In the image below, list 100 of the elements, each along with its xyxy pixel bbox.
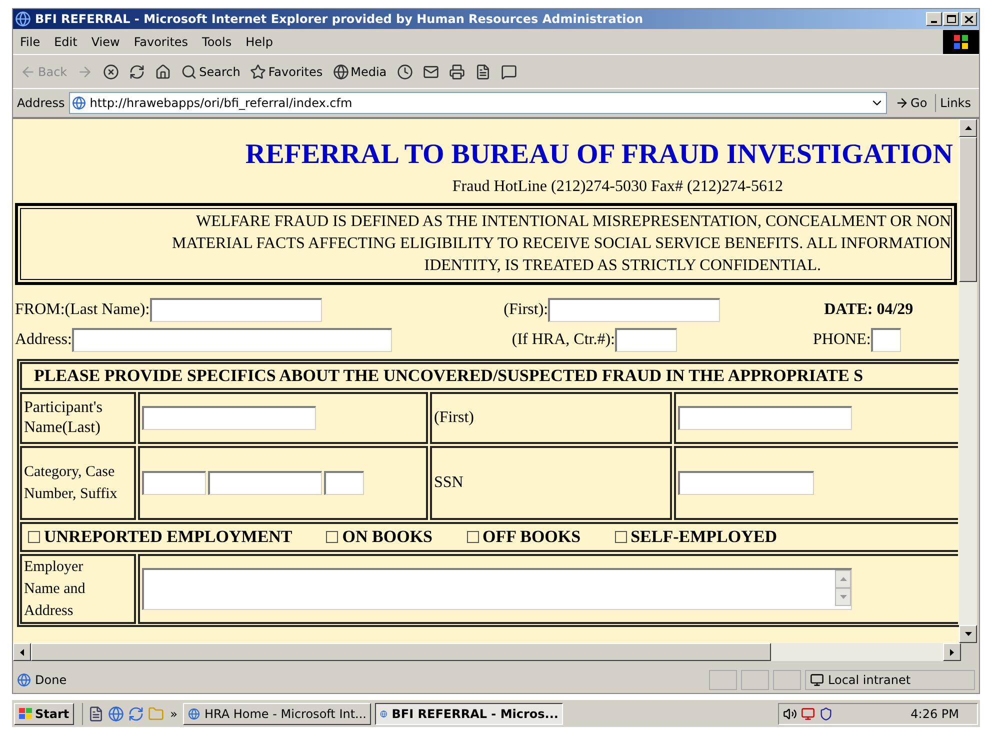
windows-logo-icon [943,30,979,54]
close-icon [965,16,973,22]
speech-bubble-icon [500,64,517,80]
checkbox[interactable] [614,531,627,543]
up-arrow-icon [964,126,972,130]
table-cell: Employer Name and Address [20,554,136,624]
search-button[interactable]: Search [178,58,244,84]
hotline-text: Fraud HotLine (212)274-5030 Fax# (212)274-5612 [452,177,783,197]
checkbox-label: UNREPORTED EMPLOYMENT [44,526,292,548]
checkbox-label: ON BOOKS [342,526,432,548]
checkbox-label: OFF BOOKS [482,526,581,548]
taskbar-button[interactable]: BFI REFERRAL - Micros... [375,702,564,724]
notice-text: IDENTITY, IS TREATED AS STRICTLY CONFIDENTIAL. [424,256,822,276]
menu-item[interactable]: Tools [195,32,239,50]
field-label: FROM:(Last Name): [14,300,150,320]
input-field[interactable] [72,328,392,352]
status-pane [741,670,769,690]
page-icon [17,673,31,687]
home-icon [155,64,172,80]
field-label: Address: [14,330,72,350]
printer-icon [448,64,465,80]
network-icon [810,673,824,687]
right-arrow-icon [950,648,954,656]
browser-icon [188,706,200,720]
media-button[interactable]: Media [330,58,390,84]
more-button[interactable]: » [168,704,180,722]
shield-icon[interactable] [819,706,833,720]
input-field[interactable] [142,406,316,430]
table-cell: (First) [430,392,672,444]
checkbox[interactable] [28,531,40,543]
window-title: BFI REFERRAL - Microsoft Internet Explorer provided by Human Resources Administration [35,11,644,28]
input-field[interactable] [678,471,814,495]
search-icon [181,64,198,80]
scroll-down-button[interactable] [959,625,977,643]
input-field[interactable] [208,471,322,495]
table-cell: Participant's Name(Last) [20,392,136,444]
scroll-thumb[interactable] [959,137,977,282]
favorites-button[interactable]: Favorites [247,58,326,84]
close-button[interactable] [961,12,977,26]
field-label: (If HRA, Ctr.#): [512,330,615,350]
menu-item[interactable]: File [13,32,48,50]
document-icon [474,64,491,80]
left-arrow-icon [20,648,24,656]
field-label: (First): [504,300,548,320]
notice-text: MATERIAL FACTS AFFECTING ELIGIBILITY TO RECEIVE SOCIAL SERVICE BENEFITS. ALL INFORMATION [172,234,951,254]
scroll-up-button[interactable] [959,119,977,137]
input-field[interactable] [142,471,206,495]
status-text: Done [35,672,68,689]
sync-icon[interactable] [128,706,144,722]
status-pane [709,670,737,690]
input-field[interactable] [678,406,852,430]
clock-icon [396,64,413,80]
menu-item[interactable]: Edit [47,32,84,50]
browser-icon [15,11,31,27]
vertical-scrollbar[interactable] [959,119,977,643]
monitor-icon[interactable] [801,706,815,720]
down-arrow-icon [964,632,972,636]
notice-text: WELFARE FRAUD IS DEFINED AS THE INTENTIONAL MISREPRESENTATION, CONCEALMENT OR NON [196,212,951,232]
input-field[interactable] [870,328,901,352]
stop-icon [103,64,120,80]
section-header: PLEASE PROVIDE SPECIFICS ABOUT THE UNCOVERED/SUSPECTED FRAUD IN THE APPROPRIATE S [20,362,958,390]
table-cell: Category, Case Number, Suffix [20,446,136,520]
envelope-icon [422,64,439,80]
input-field[interactable] [548,298,720,322]
checkbox[interactable] [466,531,478,543]
status-pane [773,670,801,690]
address-label: Address [17,95,65,112]
speaker-icon[interactable] [783,706,797,720]
address-field[interactable]: http://hrawebapps/ori/bfi_referral/index.cfm [68,92,887,114]
browser-icon[interactable] [108,706,124,722]
horizontal-scrollbar[interactable] [13,643,961,661]
zone-text: Local intranet [828,672,911,689]
input-field[interactable] [150,298,322,322]
input-field[interactable] [615,328,677,352]
page-icon [72,96,86,110]
maximize-button[interactable] [943,12,959,26]
clock-text: 4:26 PM [910,706,960,722]
star-icon [250,64,266,80]
field-label: PHONE: [813,330,871,350]
scroll-thumb[interactable] [31,643,771,661]
notepad-icon[interactable] [88,706,104,722]
checkbox[interactable] [326,531,338,543]
menu-item[interactable]: Help [238,32,280,50]
page-heading: REFERRAL TO BUREAU OF FRAUD INVESTIGATION [245,141,953,169]
menu-item[interactable]: View [84,32,127,50]
input-field[interactable] [324,471,364,495]
windows-logo-icon [19,708,33,720]
minimize-button[interactable] [926,12,942,26]
menu-item[interactable]: Favorites [126,32,196,50]
start-button[interactable]: Start [14,702,74,724]
refresh-icon [129,64,146,80]
scroll-right-button[interactable] [943,643,961,661]
taskbar-button[interactable]: HRA Home - Microsoft Int... [183,702,372,724]
globe-icon [332,64,349,80]
checkbox-label: SELF-EMPLOYED [630,526,777,548]
date-text: DATE: 04/29 [824,300,914,320]
go-button[interactable]: Go [890,94,932,112]
table-cell: SSN [430,446,672,520]
scroll-left-button[interactable] [13,643,31,661]
links-button[interactable]: Links [935,94,975,112]
